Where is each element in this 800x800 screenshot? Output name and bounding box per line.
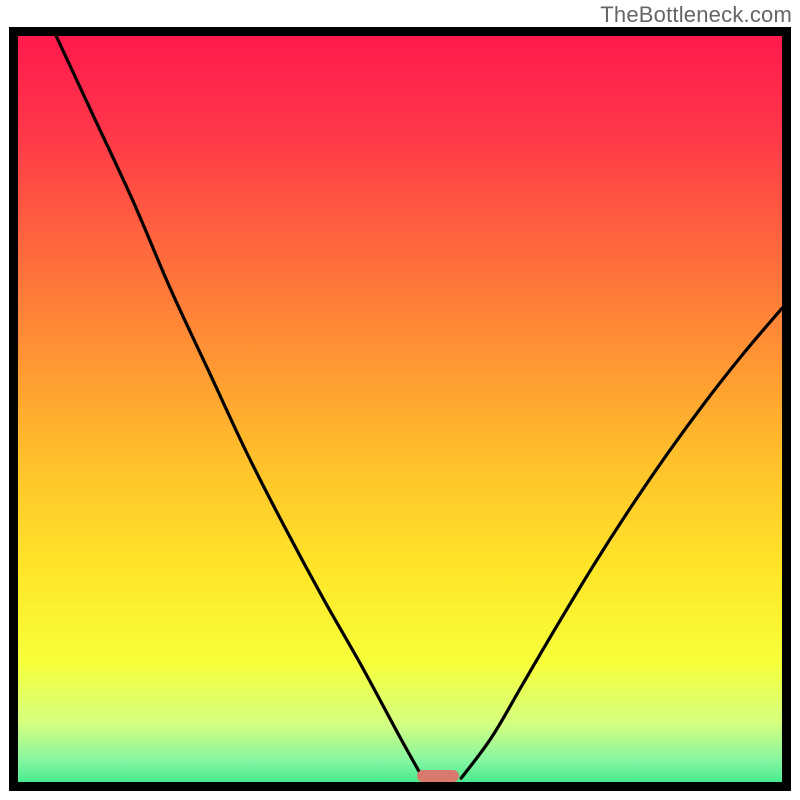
chart-frame: TheBottleneck.com xyxy=(0,0,800,800)
curve-right-branch xyxy=(461,308,782,778)
curve-left-branch xyxy=(56,36,423,778)
watermark-text: TheBottleneck.com xyxy=(600,2,792,28)
optimum-marker xyxy=(417,770,459,782)
bottleneck-curve xyxy=(18,36,782,782)
plot-area xyxy=(9,27,791,791)
